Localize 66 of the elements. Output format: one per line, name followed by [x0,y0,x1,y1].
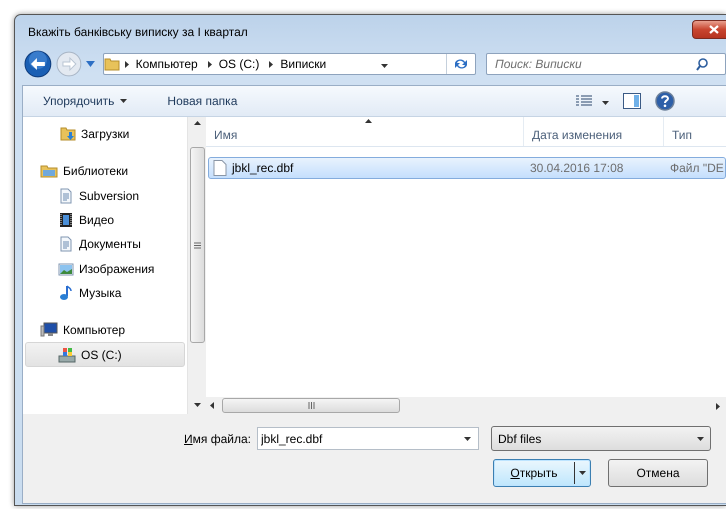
chevron-icon [124,60,129,68]
dropdown-arrow-icon [697,436,704,440]
nav-pane-item[interactable]: Subversion [25,184,185,208]
nav-pane-item[interactable]: Видео [25,208,185,232]
drive-icon [58,346,76,363]
new-folder-button[interactable]: Новая папка [159,91,246,111]
nav-pane-item[interactable]: Загрузки [25,122,185,146]
file-name-label: Имя файла: [183,432,251,446]
computer-icon [40,322,58,338]
search-icon [696,58,708,71]
recent-pages-button[interactable] [86,61,95,67]
nav-pane-item[interactable]: Компьютер [25,318,185,342]
vertical-scrollbar[interactable] [187,117,206,414]
open-button[interactable]: Открыть [493,459,591,487]
dropdown-arrow-icon [464,437,471,441]
file-name: jbkl_rec.dbf [232,161,294,175]
film-icon [58,212,74,228]
window-title: Вкажіть банківську виписку за I квартал [28,25,248,39]
folder-icon [104,56,120,72]
preview-pane-icon[interactable] [623,93,641,109]
column-header[interactable]: Тип [663,117,723,146]
dropdown-arrow-icon [120,99,128,103]
breadcrumb[interactable]: Виписки [280,57,326,71]
document-icon [58,236,74,252]
close-icon [709,24,719,34]
dropdown-arrow-icon [602,101,609,105]
file-type-dropdown[interactable]: Dbf files [491,426,711,451]
scroll-left-arrow-icon [210,402,214,409]
document-icon [58,188,74,204]
file-icon [213,160,227,176]
cancel-button[interactable]: Отмена [608,459,708,487]
nav-pane-item[interactable]: Документы [25,232,185,256]
chevron-icon [208,60,212,68]
address-bar[interactable]: Компьютер OS (C:) Виписки [102,53,476,75]
close-button[interactable] [692,20,726,38]
scroll-up-arrow-icon [194,121,200,125]
refresh-icon [453,57,470,71]
date-modified: 30.04.2016 17:08 [530,161,624,175]
column-header[interactable]: Имя [206,117,523,146]
nav-pane-item[interactable]: Изображения [25,256,185,281]
search-field[interactable]: Поиск: Виписки [486,53,726,75]
music-note-icon [58,284,74,301]
dropdown-arrow-icon [579,471,586,475]
organize-menu-button[interactable]: Упорядочить [35,91,136,111]
breadcrumb[interactable]: Компьютер [136,57,198,71]
scrollbar-thumb[interactable] [222,398,400,413]
breadcrumb[interactable]: OS (C:) [218,57,260,71]
sort-arrow-icon [364,119,372,123]
scroll-right-arrow-icon [716,402,720,410]
scroll-down-arrow-icon [194,403,200,407]
chevron-icon [269,60,274,68]
scrollbar-thumb[interactable] [190,147,204,343]
help-icon[interactable] [655,91,675,111]
image-icon [58,260,74,277]
view-options-icon[interactable] [576,95,592,107]
file-row[interactable]: jbkl_rec.dbf 30.04.2016 17:08 Файл "DE [208,157,726,179]
file-name-field[interactable]: jbkl_rec.dbf [257,427,479,450]
dropdown-arrow-icon [381,64,388,68]
column-header[interactable]: Дата изменения [523,117,663,146]
nav-pane-item[interactable]: OS (C:) [25,342,185,367]
back-button[interactable] [24,50,52,78]
nav-pane-item[interactable]: Музыка [25,280,185,306]
libraries-icon [40,163,58,180]
download-folder-icon [60,126,76,142]
file-type: Файл "DE [670,161,724,175]
nav-pane-item[interactable]: Библиотеки [25,159,185,184]
